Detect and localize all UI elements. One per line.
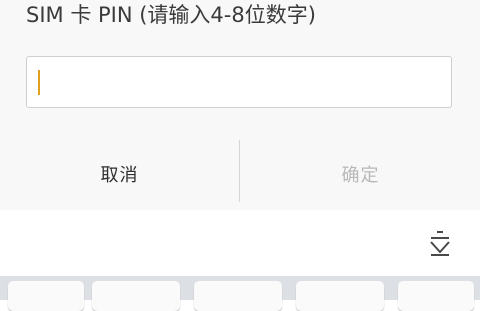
- keyboard-key-row: [0, 276, 480, 311]
- keyboard-toolbar: [0, 210, 480, 278]
- keyboard-key[interactable]: [92, 281, 180, 311]
- collapse-keyboard-icon[interactable]: [425, 228, 455, 258]
- pin-input[interactable]: [26, 56, 452, 108]
- keyboard-key[interactable]: [296, 281, 384, 311]
- keyboard-key[interactable]: [398, 281, 474, 311]
- cancel-button[interactable]: 取消: [0, 140, 239, 208]
- button-divider: [239, 140, 240, 202]
- confirm-button[interactable]: 确定: [241, 140, 480, 208]
- keyboard-key[interactable]: [8, 281, 84, 311]
- dialog-title: SIM 卡 PIN (请输入4-8位数字): [26, 3, 316, 27]
- keyboard-key[interactable]: [194, 281, 282, 311]
- text-caret: [38, 70, 40, 95]
- sim-pin-dialog: SIM 卡 PIN (请输入4-8位数字) 取消 确定: [0, 0, 480, 211]
- dialog-button-row: 取消 确定: [0, 140, 480, 208]
